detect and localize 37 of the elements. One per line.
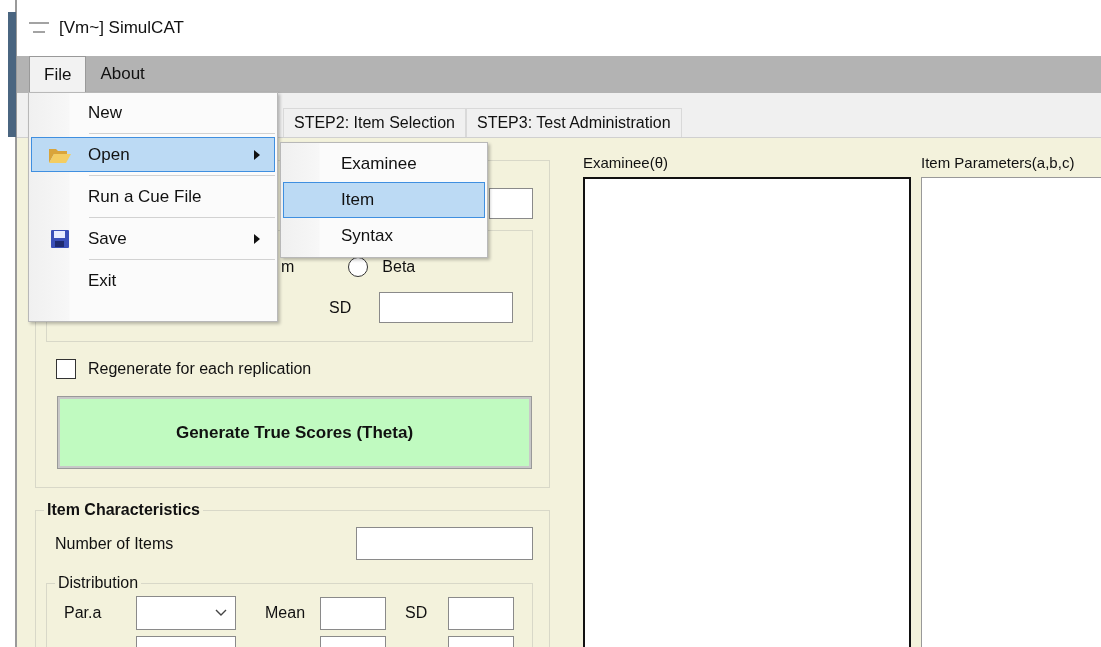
group-title: Item Characteristics — [46, 501, 201, 519]
tab[interactable]: STEP3: Test Administration — [465, 108, 682, 137]
menu-item[interactable]: Item — [283, 182, 485, 218]
menu-item[interactable]: Save — [31, 221, 275, 256]
field-label: Number of Items — [55, 534, 174, 553]
menu-bar-item[interactable]: File — [29, 56, 87, 93]
field-label: SD — [405, 604, 429, 622]
field-label: Par.a — [64, 604, 103, 622]
menu-item[interactable]: Open — [31, 137, 275, 172]
menu-item[interactable]: Exit — [31, 263, 275, 298]
input-field[interactable] — [320, 596, 386, 630]
submenu-arrow-icon — [254, 233, 260, 244]
list-label: Item Parameters(a,b,c) — [921, 154, 1076, 173]
dropdown[interactable] — [136, 596, 236, 630]
menu-item[interactable]: Examinee — [283, 146, 485, 182]
radio-label: Beta — [382, 258, 416, 276]
menu-item[interactable]: Run a Cue File — [31, 179, 275, 214]
list-label: Examinee(θ) — [583, 154, 670, 173]
menu-item[interactable]: New — [31, 95, 275, 130]
radio-label: m — [281, 258, 295, 276]
input-field[interactable] — [356, 527, 533, 560]
checkbox-label: Regenerate for each replication — [88, 360, 312, 378]
generate-button[interactable]: Generate True Scores (Theta) — [57, 396, 532, 469]
input-field[interactable] — [489, 188, 533, 219]
menu-bar-item[interactable]: About — [86, 56, 159, 93]
menu-item[interactable]: Syntax — [283, 218, 485, 254]
window-title: [Vm~] SimulCAT — [59, 18, 184, 38]
checkbox[interactable] — [56, 359, 76, 379]
chevron-down-icon — [215, 609, 227, 617]
field-label: Mean — [265, 604, 307, 622]
radio-button[interactable] — [348, 257, 369, 277]
tab[interactable]: STEP2: Item Selection — [283, 108, 466, 137]
input-field[interactable] — [448, 596, 514, 630]
submenu-arrow-icon — [254, 149, 260, 160]
field-label: SD — [329, 298, 353, 317]
group-title: Distribution — [57, 574, 140, 592]
input-field[interactable] — [379, 292, 513, 323]
